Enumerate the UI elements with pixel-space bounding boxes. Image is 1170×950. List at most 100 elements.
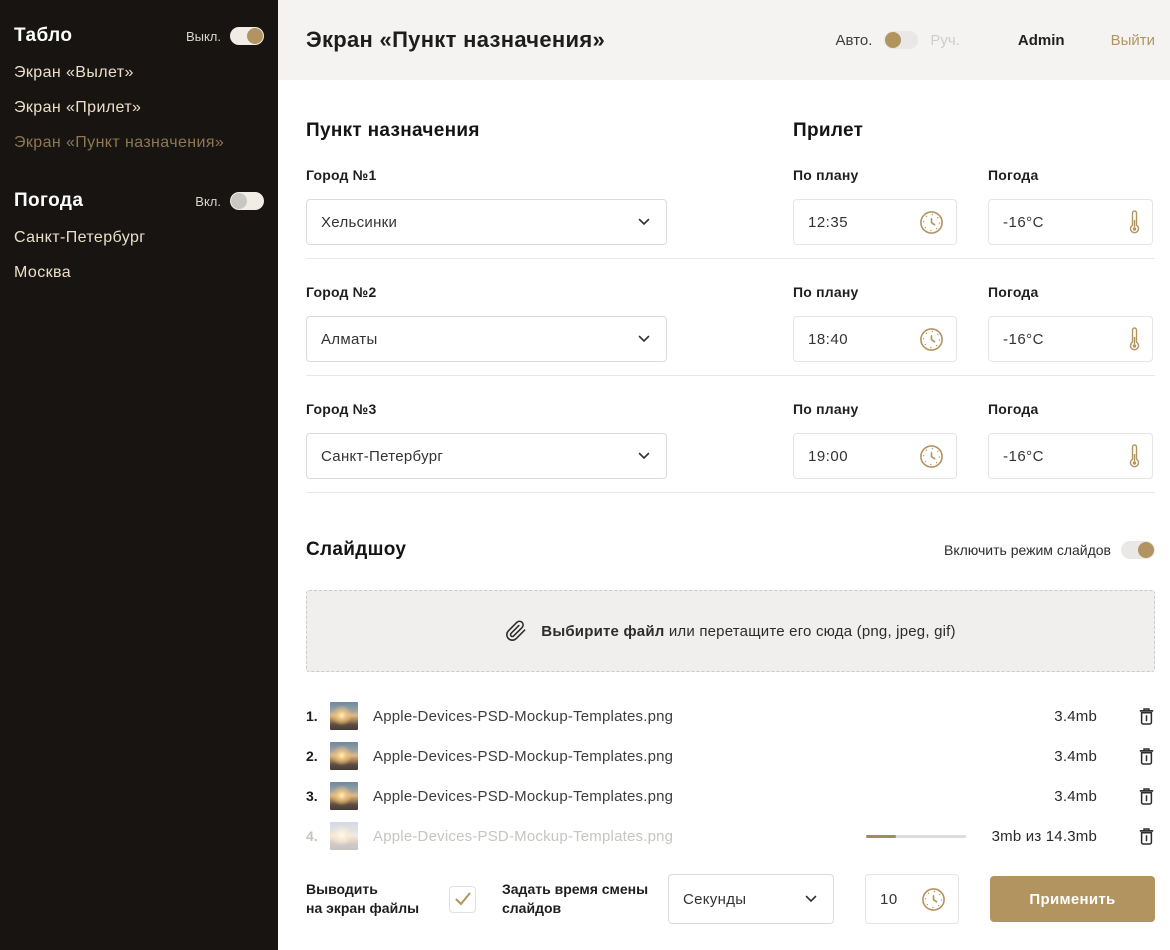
sidebar-board-links: Экран «Вылет» Экран «Прилет» Экран «Пунк… <box>14 63 264 153</box>
delete-file-button[interactable] <box>1139 708 1155 725</box>
page-title: Экран «Пункт назначения» <box>306 27 605 53</box>
interval-unit-value: Секунды <box>683 891 746 908</box>
sidebar-item-arrival-screen[interactable]: Экран «Прилет» <box>14 98 264 118</box>
auto-mode-label: Авто. <box>836 32 873 49</box>
show-files-label: Выводить на экран файлы <box>306 880 421 918</box>
slideshow-controls: Выводить на экран файлы Задать время сме… <box>306 874 1155 924</box>
weather-2-temp-field <box>988 316 1153 362</box>
slideshow-section-heading: Слайдшоу <box>306 539 406 561</box>
sidebar-weather-links: Санкт-Петербург Москва <box>14 228 264 283</box>
weather-2-label: Погода <box>988 284 1153 300</box>
clock-icon <box>919 327 944 352</box>
city-2-label: Город №2 <box>306 284 667 300</box>
sidebar-board-title: Табло <box>14 25 72 47</box>
file-size: 3.4mb <box>1037 708 1097 725</box>
clock-icon <box>919 444 944 469</box>
city-3-label: Город №3 <box>306 401 667 417</box>
dropzone-choose-file-label: Выбирите файл <box>541 623 664 640</box>
file-row-2: 2. Apple-Devices-PSD-Mockup-Templates.pn… <box>306 736 1155 776</box>
file-upload-status: 3mb из 14.3mb <box>992 828 1097 845</box>
page-header: Экран «Пункт назначения» Авто. Руч. Admi… <box>278 0 1170 80</box>
city-1-select-value: Хельсинки <box>321 214 397 231</box>
weather-1-temp-input[interactable] <box>1003 214 1093 231</box>
delete-file-button[interactable] <box>1139 828 1155 845</box>
arrival-section-heading: Прилет <box>793 120 863 142</box>
weather-1-label: Погода <box>988 167 1153 183</box>
slideshow-mode-toggle-label: Включить режим слайдов <box>944 542 1111 558</box>
board-toggle[interactable] <box>230 27 264 45</box>
city-3-select[interactable]: Санкт-Петербург <box>306 433 667 479</box>
slideshow-mode-toggle-knob <box>1138 542 1154 558</box>
plan-1-label: По плану <box>793 167 957 183</box>
interval-unit-select[interactable]: Секунды <box>668 874 834 924</box>
divider <box>306 375 1155 376</box>
delete-file-button[interactable] <box>1139 748 1155 765</box>
check-icon <box>455 892 471 906</box>
file-thumbnail <box>330 782 358 810</box>
delete-file-button[interactable] <box>1139 788 1155 805</box>
sidebar-section-weather-header: Погода Вкл. <box>14 190 264 212</box>
auto-manual-toggle[interactable] <box>884 31 918 49</box>
dropzone-hint: или перетащите его сюда (png, jpeg, gif) <box>669 623 956 640</box>
interval-value-input[interactable] <box>880 891 916 908</box>
plan-1-time-input[interactable] <box>808 214 898 231</box>
file-number: 1. <box>306 708 330 724</box>
apply-button[interactable]: Применить <box>990 876 1155 922</box>
weather-2-temp-input[interactable] <box>1003 331 1093 348</box>
file-thumbnail <box>330 822 358 850</box>
dropzone-text: Выбирите файл или перетащите его сюда (p… <box>541 623 955 640</box>
sidebar-item-destination-screen[interactable]: Экран «Пункт назначения» <box>14 133 264 153</box>
sidebar-item-departure-screen[interactable]: Экран «Вылет» <box>14 63 264 83</box>
upload-progress-fill <box>866 835 896 838</box>
file-dropzone[interactable]: Выбирите файл или перетащите его сюда (p… <box>306 590 1155 672</box>
city-1-select[interactable]: Хельсинки <box>306 199 667 245</box>
thermometer-icon <box>1129 443 1140 469</box>
auto-manual-toggle-knob <box>885 32 901 48</box>
file-thumbnail <box>330 702 358 730</box>
weather-3-temp-input[interactable] <box>1003 448 1093 465</box>
file-size: 3.4mb <box>1037 788 1097 805</box>
file-name: Apple-Devices-PSD-Mockup-Templates.png <box>373 788 673 805</box>
file-list: 1. Apple-Devices-PSD-Mockup-Templates.pn… <box>306 696 1155 856</box>
manual-mode-label: Руч. <box>930 32 960 49</box>
weather-toggle[interactable] <box>230 192 264 210</box>
sidebar-item-saint-petersburg[interactable]: Санкт-Петербург <box>14 228 264 248</box>
show-files-checkbox[interactable] <box>449 886 476 913</box>
weather-toggle-label: Вкл. <box>195 194 221 209</box>
plan-2-time-input[interactable] <box>808 331 898 348</box>
file-number: 2. <box>306 748 330 764</box>
trash-icon <box>1139 828 1154 845</box>
trash-icon <box>1139 748 1154 765</box>
destination-section-heading: Пункт назначения <box>306 120 793 142</box>
thermometer-icon <box>1129 209 1140 235</box>
city-2-select[interactable]: Алматы <box>306 316 667 362</box>
file-name: Apple-Devices-PSD-Mockup-Templates.png <box>373 708 673 725</box>
weather-toggle-knob <box>231 193 247 209</box>
sidebar-item-moscow[interactable]: Москва <box>14 263 264 283</box>
chevron-down-icon <box>638 452 650 460</box>
plan-1-time-field <box>793 199 957 245</box>
city-2-select-value: Алматы <box>321 331 378 348</box>
file-row-1: 1. Apple-Devices-PSD-Mockup-Templates.pn… <box>306 696 1155 736</box>
sidebar: Табло Выкл. Экран «Вылет» Экран «Прилет»… <box>0 0 278 950</box>
plan-3-time-field <box>793 433 957 479</box>
file-number: 4. <box>306 828 330 844</box>
trash-icon <box>1139 708 1154 725</box>
city-3-select-value: Санкт-Петербург <box>321 448 443 465</box>
plan-3-time-input[interactable] <box>808 448 898 465</box>
destination-row-3: Город №3 Санкт-Петербург По плану Погода <box>306 401 1155 479</box>
logout-link[interactable]: Выйти <box>1111 32 1155 49</box>
paperclip-icon <box>505 620 527 642</box>
content: Пункт назначения Прилет Город №1 Хельсин… <box>278 80 1170 924</box>
clock-icon <box>919 210 944 235</box>
plan-2-time-field <box>793 316 957 362</box>
weather-3-label: Погода <box>988 401 1153 417</box>
board-toggle-label: Выкл. <box>186 29 221 44</box>
weather-3-temp-field <box>988 433 1153 479</box>
slideshow-mode-toggle[interactable] <box>1121 541 1155 559</box>
chevron-down-icon <box>805 895 817 903</box>
file-thumbnail <box>330 742 358 770</box>
sidebar-weather-title: Погода <box>14 190 83 212</box>
plan-2-label: По плану <box>793 284 957 300</box>
file-size: 3.4mb <box>1037 748 1097 765</box>
